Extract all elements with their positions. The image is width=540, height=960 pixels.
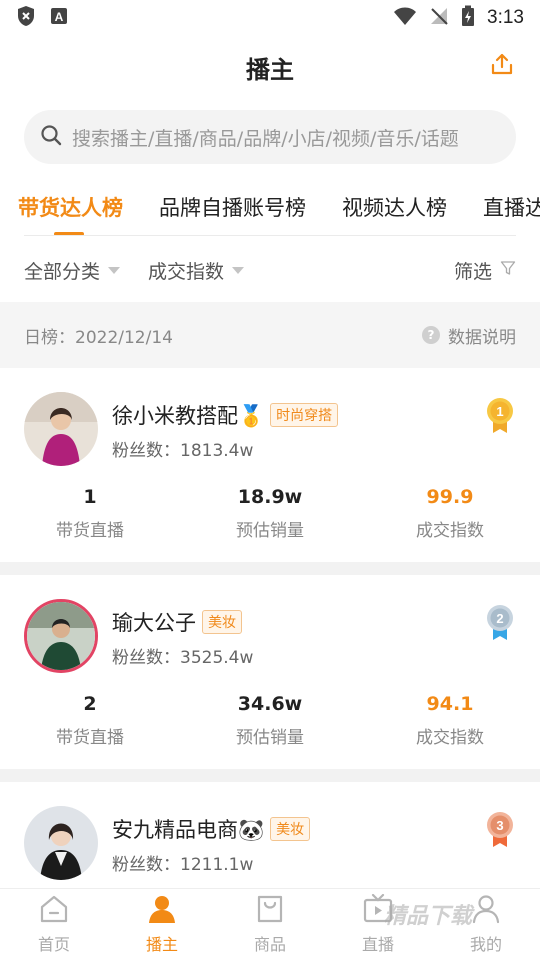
- tabs-divider: [24, 235, 516, 236]
- category-tag: 美妆: [270, 817, 311, 841]
- stat-index-value: 99.9: [426, 486, 474, 508]
- chevron-down-icon: [232, 266, 245, 274]
- stat-live: 1 带货直播: [0, 486, 180, 541]
- stat-index: 94.1 成交指数: [360, 693, 540, 748]
- avatar: [24, 806, 98, 880]
- stat-live-label: 带货直播: [56, 521, 124, 541]
- funnel-icon: [500, 259, 516, 281]
- stat-live-value: 2: [83, 693, 97, 715]
- nav-home[interactable]: 首页: [0, 889, 108, 960]
- search-placeholder: 搜索播主/直播/商品/品牌/小店/视频/音乐/话题: [72, 127, 459, 150]
- nav-goods[interactable]: 商品: [216, 889, 324, 960]
- no-signal-icon: [429, 6, 449, 30]
- page-title: 播主: [246, 55, 294, 84]
- wifi-icon: [393, 6, 417, 30]
- tv-icon: [362, 893, 394, 928]
- stat-live: 2 带货直播: [0, 693, 180, 748]
- silver-medal-icon: 2: [484, 603, 516, 645]
- nav-hosts-label: 播主: [145, 935, 178, 954]
- stat-sales-label: 预估销量: [236, 728, 304, 748]
- stat-live-value: 1: [83, 486, 97, 508]
- nav-me-label: 我的: [469, 935, 502, 954]
- host-list: 徐小米教搭配🥇 时尚穿搭 粉丝数：1813.4w 1 1 带货直播 18.9w …: [0, 368, 540, 960]
- user-icon: [470, 894, 502, 928]
- nav-me[interactable]: 我的: [432, 889, 540, 960]
- host-name-row: 安九精品电商🐼 美妆: [112, 814, 311, 844]
- list-item[interactable]: 瑜大公子 美妆 粉丝数：3525.4w 2 2 带货直播 34.6w 预估销量 …: [0, 575, 540, 769]
- search-section: 搜索播主/直播/商品/品牌/小店/视频/音乐/话题: [0, 98, 540, 178]
- category-tag: 时尚穿搭: [270, 403, 339, 427]
- host-name-row: 徐小米教搭配🥇 时尚穿搭: [112, 400, 339, 430]
- host-name: 安九精品电商🐼: [112, 818, 265, 842]
- filter-button[interactable]: 筛选: [454, 257, 516, 284]
- host-name: 瑜大公子: [112, 611, 196, 635]
- date-label: 日榜：2022/12/14: [24, 327, 173, 348]
- tab-video-creators[interactable]: 视频达人榜: [342, 192, 447, 222]
- stat-index-label: 成交指数: [416, 521, 484, 541]
- bronze-medal-icon: 3: [484, 810, 516, 852]
- metric-dropdown[interactable]: 成交指数: [148, 257, 245, 284]
- host-name-row: 瑜大公子 美妆: [112, 607, 242, 637]
- nav-live[interactable]: 直播: [324, 889, 432, 960]
- data-explanation-label: 数据说明: [448, 327, 516, 348]
- stat-sales-value: 18.9w: [237, 486, 303, 508]
- shield-x-icon: [16, 5, 36, 31]
- bottom-nav: 首页 播主 商品 直播 我的: [0, 888, 540, 960]
- data-explanation-link[interactable]: ? 数据说明: [422, 323, 516, 348]
- fans-count: 粉丝数：3525.4w: [112, 648, 254, 668]
- top-bar: 播主: [0, 36, 540, 98]
- fans-count: 粉丝数：1211.1w: [112, 855, 254, 875]
- stat-index-label: 成交指数: [416, 728, 484, 748]
- clock: 3:13: [487, 7, 524, 28]
- category-label: 全部分类: [24, 260, 101, 283]
- person-icon: [146, 894, 178, 928]
- search-input[interactable]: 搜索播主/直播/商品/品牌/小店/视频/音乐/话题: [24, 110, 516, 164]
- nav-home-label: 首页: [37, 935, 70, 954]
- search-icon: [40, 124, 62, 150]
- app-notification-icon: A: [50, 7, 68, 29]
- stat-index-value: 94.1: [426, 693, 474, 715]
- filter-bar: 全部分类 成交指数 筛选: [0, 238, 540, 302]
- svg-text:3: 3: [496, 818, 503, 833]
- host-name: 徐小米教搭配🥇: [112, 404, 265, 428]
- share-icon[interactable]: [490, 52, 514, 80]
- avatar: [24, 392, 98, 466]
- svg-text:A: A: [55, 10, 64, 24]
- gold-medal-icon: 1: [484, 396, 516, 438]
- avatar: [24, 599, 98, 673]
- category-dropdown[interactable]: 全部分类: [24, 257, 121, 284]
- category-tag: 美妆: [202, 610, 242, 634]
- fans-count: 粉丝数：1813.4w: [112, 441, 254, 461]
- stat-sales-value: 34.6w: [237, 693, 303, 715]
- question-icon: ?: [422, 326, 440, 344]
- nav-live-label: 直播: [361, 935, 394, 954]
- chevron-down-icon: [108, 266, 121, 274]
- list-item[interactable]: 徐小米教搭配🥇 时尚穿搭 粉丝数：1813.4w 1 1 带货直播 18.9w …: [0, 368, 540, 562]
- stat-sales: 34.6w 预估销量: [180, 693, 360, 748]
- bag-icon: [254, 894, 286, 928]
- metric-label: 成交指数: [148, 260, 225, 283]
- nav-goods-label: 商品: [253, 935, 286, 954]
- nav-hosts[interactable]: 播主: [108, 889, 216, 960]
- stat-live-label: 带货直播: [56, 728, 124, 748]
- stat-index: 99.9 成交指数: [360, 486, 540, 541]
- status-bar: A 3:13: [0, 0, 540, 36]
- svg-text:1: 1: [496, 404, 503, 419]
- tab-live-creators[interactable]: 直播达: [483, 192, 540, 222]
- ranking-tabs: 带货达人榜 品牌自播账号榜 视频达人榜 直播达: [0, 178, 540, 238]
- tab-goods-creators[interactable]: 带货达人榜: [18, 192, 123, 236]
- stat-sales: 18.9w 预估销量: [180, 486, 360, 541]
- date-bar: 日榜：2022/12/14 ? 数据说明: [0, 302, 540, 368]
- host-stats: 2 带货直播 34.6w 预估销量 94.1 成交指数: [0, 693, 540, 748]
- host-stats: 1 带货直播 18.9w 预估销量 99.9 成交指数: [0, 486, 540, 541]
- home-icon: [38, 894, 70, 928]
- battery-charging-icon: [461, 5, 475, 31]
- svg-text:2: 2: [496, 611, 503, 626]
- stat-sales-label: 预估销量: [236, 521, 304, 541]
- tab-brand-self-live[interactable]: 品牌自播账号榜: [159, 192, 306, 222]
- filter-label: 筛选: [453, 260, 492, 283]
